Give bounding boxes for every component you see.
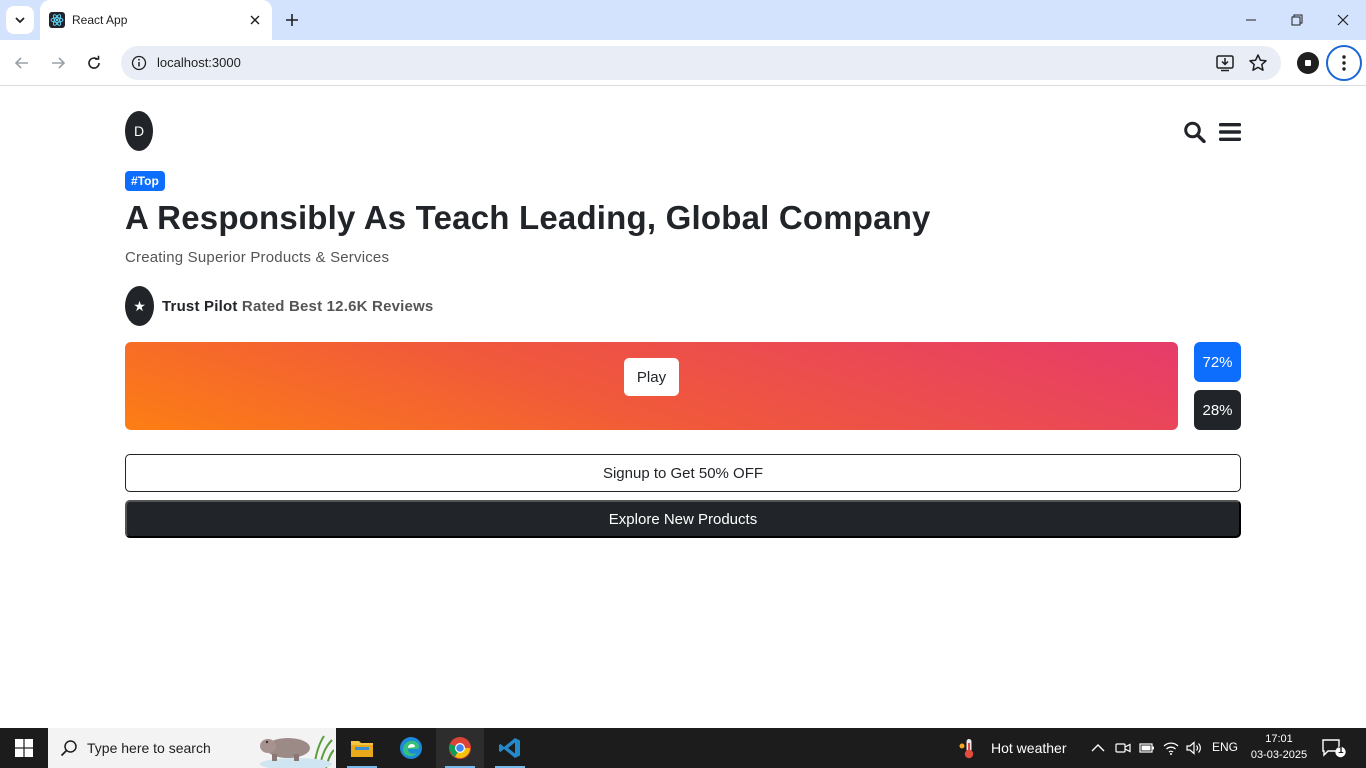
profile-avatar[interactable] bbox=[1297, 52, 1319, 74]
search-icon[interactable] bbox=[1183, 121, 1207, 143]
thermometer-icon bbox=[959, 739, 974, 759]
file-explorer-taskbar-button[interactable] bbox=[338, 728, 386, 768]
browser-toolbar: localhost:3000 bbox=[0, 40, 1366, 86]
close-icon bbox=[1337, 14, 1349, 26]
search-icon bbox=[60, 740, 77, 757]
hippo-illustration-icon bbox=[260, 735, 334, 768]
clock-time: 17:01 bbox=[1265, 733, 1293, 745]
back-button[interactable] bbox=[8, 49, 36, 77]
bookmark-star-icon[interactable] bbox=[1248, 53, 1268, 73]
folder-icon bbox=[351, 741, 373, 757]
stat-badge-dark: 28% bbox=[1194, 390, 1241, 430]
edge-icon bbox=[400, 737, 422, 759]
windows-icon bbox=[15, 739, 33, 757]
trust-pilot-rating: ★ Trust Pilot Rated Best 12.6K Reviews bbox=[125, 286, 433, 326]
taskbar-search[interactable]: Type here to search bbox=[48, 728, 336, 768]
address-bar[interactable]: localhost:3000 bbox=[121, 46, 1281, 80]
reload-icon bbox=[88, 55, 100, 69]
chevron-down-icon bbox=[15, 17, 25, 24]
restore-icon bbox=[1291, 14, 1303, 26]
profile-icon bbox=[1305, 60, 1311, 66]
arrow-left-icon bbox=[14, 57, 28, 69]
logo[interactable]: D bbox=[125, 111, 153, 151]
notification-count: 1 bbox=[1338, 745, 1344, 756]
close-icon bbox=[250, 15, 260, 25]
tab-title: React App bbox=[72, 13, 128, 27]
new-tab-button[interactable] bbox=[280, 8, 304, 32]
edge-taskbar-button[interactable] bbox=[387, 728, 435, 768]
react-icon bbox=[49, 12, 65, 28]
browser-tab-active[interactable]: React App bbox=[40, 0, 272, 40]
weather-text: Hot weather bbox=[991, 740, 1067, 756]
page-subtitle: Creating Superior Products & Services bbox=[125, 249, 390, 266]
chrome-taskbar-button[interactable] bbox=[436, 728, 484, 768]
plus-icon bbox=[286, 14, 298, 26]
trust-rating-text: Rated Best 12.6K Reviews bbox=[241, 297, 434, 315]
taskbar-search-placeholder[interactable]: Type here to search bbox=[87, 740, 211, 756]
top-badge: #Top bbox=[125, 171, 165, 191]
taskbar-clock[interactable]: 17:01 03-03-2025 bbox=[1248, 731, 1310, 763]
play-button[interactable]: Play bbox=[624, 358, 679, 396]
reload-button[interactable] bbox=[80, 49, 108, 77]
more-vertical-icon bbox=[1342, 55, 1346, 71]
minimize-button[interactable] bbox=[1228, 0, 1274, 40]
browser-tabbar: React App bbox=[0, 0, 1366, 40]
browser-menu-button[interactable] bbox=[1326, 45, 1362, 81]
close-tab-button[interactable] bbox=[245, 10, 265, 30]
taskbar: Type here to search Hot weather ENG 17:0… bbox=[0, 728, 1366, 768]
hero-banner: Play bbox=[125, 342, 1178, 430]
arrow-right-icon bbox=[52, 57, 66, 69]
forward-button[interactable] bbox=[44, 49, 72, 77]
vscode-icon bbox=[499, 738, 520, 758]
volume-icon[interactable] bbox=[1186, 740, 1202, 756]
restore-button[interactable] bbox=[1274, 0, 1320, 40]
trust-text: Trust Pilot Rated Best 12.6K Reviews bbox=[162, 298, 433, 315]
chrome-icon bbox=[449, 737, 471, 759]
input-language[interactable]: ENG bbox=[1212, 740, 1238, 754]
close-window-button[interactable] bbox=[1320, 0, 1366, 40]
hamburger-menu-icon[interactable] bbox=[1219, 122, 1241, 142]
page-title: A Responsibly As Teach Leading, Global C… bbox=[125, 199, 931, 236]
clock-date: 03-03-2025 bbox=[1250, 749, 1308, 761]
wifi-icon[interactable] bbox=[1163, 740, 1179, 756]
signup-button[interactable]: Signup to Get 50% OFF bbox=[125, 454, 1241, 492]
trust-brand: Trust Pilot bbox=[162, 297, 238, 315]
notification-center-button[interactable]: 1 bbox=[1322, 738, 1346, 758]
star-icon: ★ bbox=[125, 286, 154, 326]
explore-products-button[interactable]: Explore New Products bbox=[125, 500, 1241, 538]
weather-widget[interactable]: Hot weather bbox=[958, 728, 1066, 768]
stat-badge-primary: 72% bbox=[1194, 342, 1241, 382]
meet-now-icon[interactable] bbox=[1115, 740, 1131, 756]
site-info-icon[interactable] bbox=[131, 55, 147, 71]
page-content: D #Top A Responsibly As Teach Leading, G… bbox=[0, 87, 1366, 728]
tab-search-button[interactable] bbox=[6, 6, 34, 34]
minimize-icon bbox=[1246, 19, 1256, 21]
install-app-icon[interactable] bbox=[1215, 53, 1235, 73]
battery-icon[interactable] bbox=[1139, 740, 1155, 756]
vscode-taskbar-button[interactable] bbox=[486, 728, 534, 768]
chevron-up-icon[interactable] bbox=[1090, 740, 1106, 756]
start-button[interactable] bbox=[0, 728, 48, 768]
url-text[interactable]: localhost:3000 bbox=[157, 55, 241, 70]
